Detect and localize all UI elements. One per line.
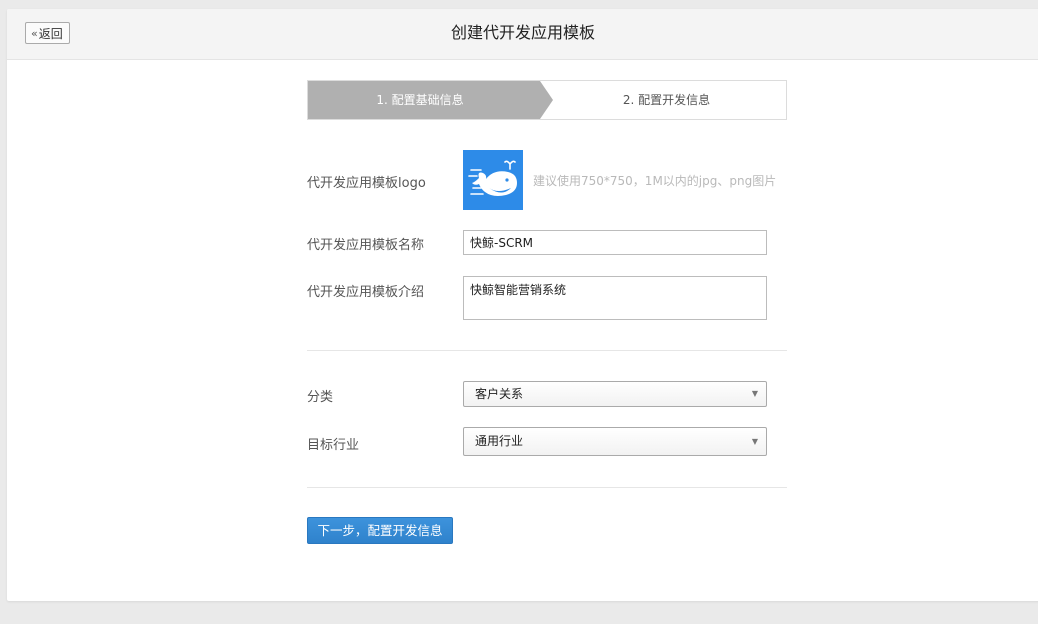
intro-label: 代开发应用模板介绍 <box>307 285 425 300</box>
name-label: 代开发应用模板名称 <box>307 238 425 253</box>
category-select[interactable]: 客户关系 ▼ <box>463 381 767 407</box>
logo-label: 代开发应用模板logo <box>307 176 426 191</box>
industry-label: 目标行业 <box>307 438 360 453</box>
step-2-configure-dev-info: 2. 配置开发信息 <box>622 93 711 107</box>
template-intro-textarea[interactable]: 快鲸智能营销系统 <box>463 276 767 320</box>
next-step-button[interactable]: 下一步，配置开发信息 <box>307 517 453 544</box>
divider-2 <box>307 487 787 488</box>
industry-select[interactable]: 通用行业 ▼ <box>463 427 767 456</box>
category-select-value: 客户关系 <box>475 387 524 401</box>
template-name-input[interactable] <box>463 230 767 255</box>
category-label: 分类 <box>307 390 334 405</box>
whale-logo-icon <box>468 160 517 196</box>
main-panel: « 返回 创建代开发应用模板 1. 配置基础信息 2. 配置开发信息 代开发应用… <box>7 9 1038 601</box>
page-header: « 返回 创建代开发应用模板 <box>7 9 1038 60</box>
step-indicator: 1. 配置基础信息 2. 配置开发信息 <box>307 80 787 120</box>
step-1-configure-basic-info: 1. 配置基础信息 <box>308 81 540 119</box>
divider-1 <box>307 350 787 351</box>
page-title: 创建代开发应用模板 <box>450 23 595 42</box>
step-1-arrow <box>540 81 553 119</box>
industry-select-value: 通用行业 <box>475 434 524 448</box>
logo-upload[interactable] <box>463 150 523 210</box>
caret-down-icon: ▼ <box>751 437 758 446</box>
caret-down-icon: ▼ <box>751 389 758 398</box>
logo-hint: 建议使用750*750，1M以内的jpg、png图片 <box>533 174 777 188</box>
